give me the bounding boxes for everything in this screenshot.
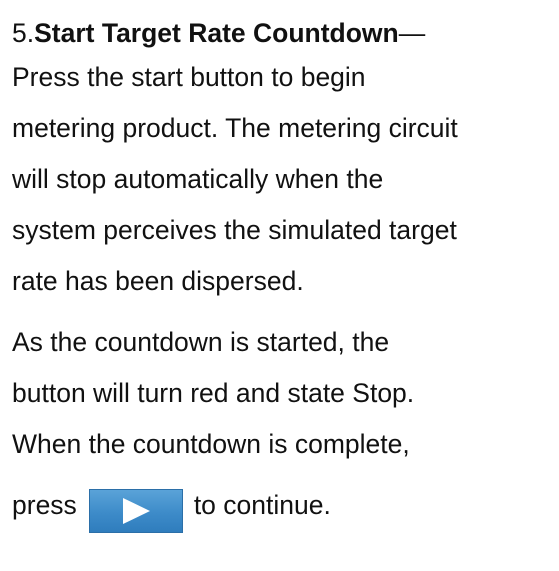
text-line: rate has been dispersed.	[12, 266, 304, 296]
text-line: system perceives the simulated target	[12, 215, 457, 245]
paragraph-start-instructions: Press the start button to begin metering…	[12, 52, 557, 307]
text-line: will stop automatically when the	[12, 164, 384, 194]
step-title: Start Target Rate Countdown	[34, 18, 399, 48]
step-number: 5.	[12, 18, 35, 48]
paragraph-countdown-instructions: As the countdown is started, the button …	[12, 317, 557, 470]
continue-line: press to continue.	[12, 480, 557, 533]
step-heading: 5.Start Target Rate Countdown—	[12, 14, 557, 52]
continue-text: to continue.	[193, 489, 331, 520]
text-line: When the countdown is complete,	[12, 429, 410, 459]
text-line: button will turn red and state Stop.	[12, 378, 415, 408]
text-line: Press the start button to begin	[12, 62, 366, 92]
text-line: As the countdown is started, the	[12, 327, 390, 357]
text-line: metering product. The metering circuit	[12, 113, 458, 143]
play-icon	[122, 498, 150, 524]
continue-button[interactable]	[88, 489, 183, 533]
step-dash: —	[398, 18, 426, 48]
instruction-document: 5.Start Target Rate Countdown— Press the…	[12, 14, 557, 533]
press-text: press	[12, 489, 77, 520]
